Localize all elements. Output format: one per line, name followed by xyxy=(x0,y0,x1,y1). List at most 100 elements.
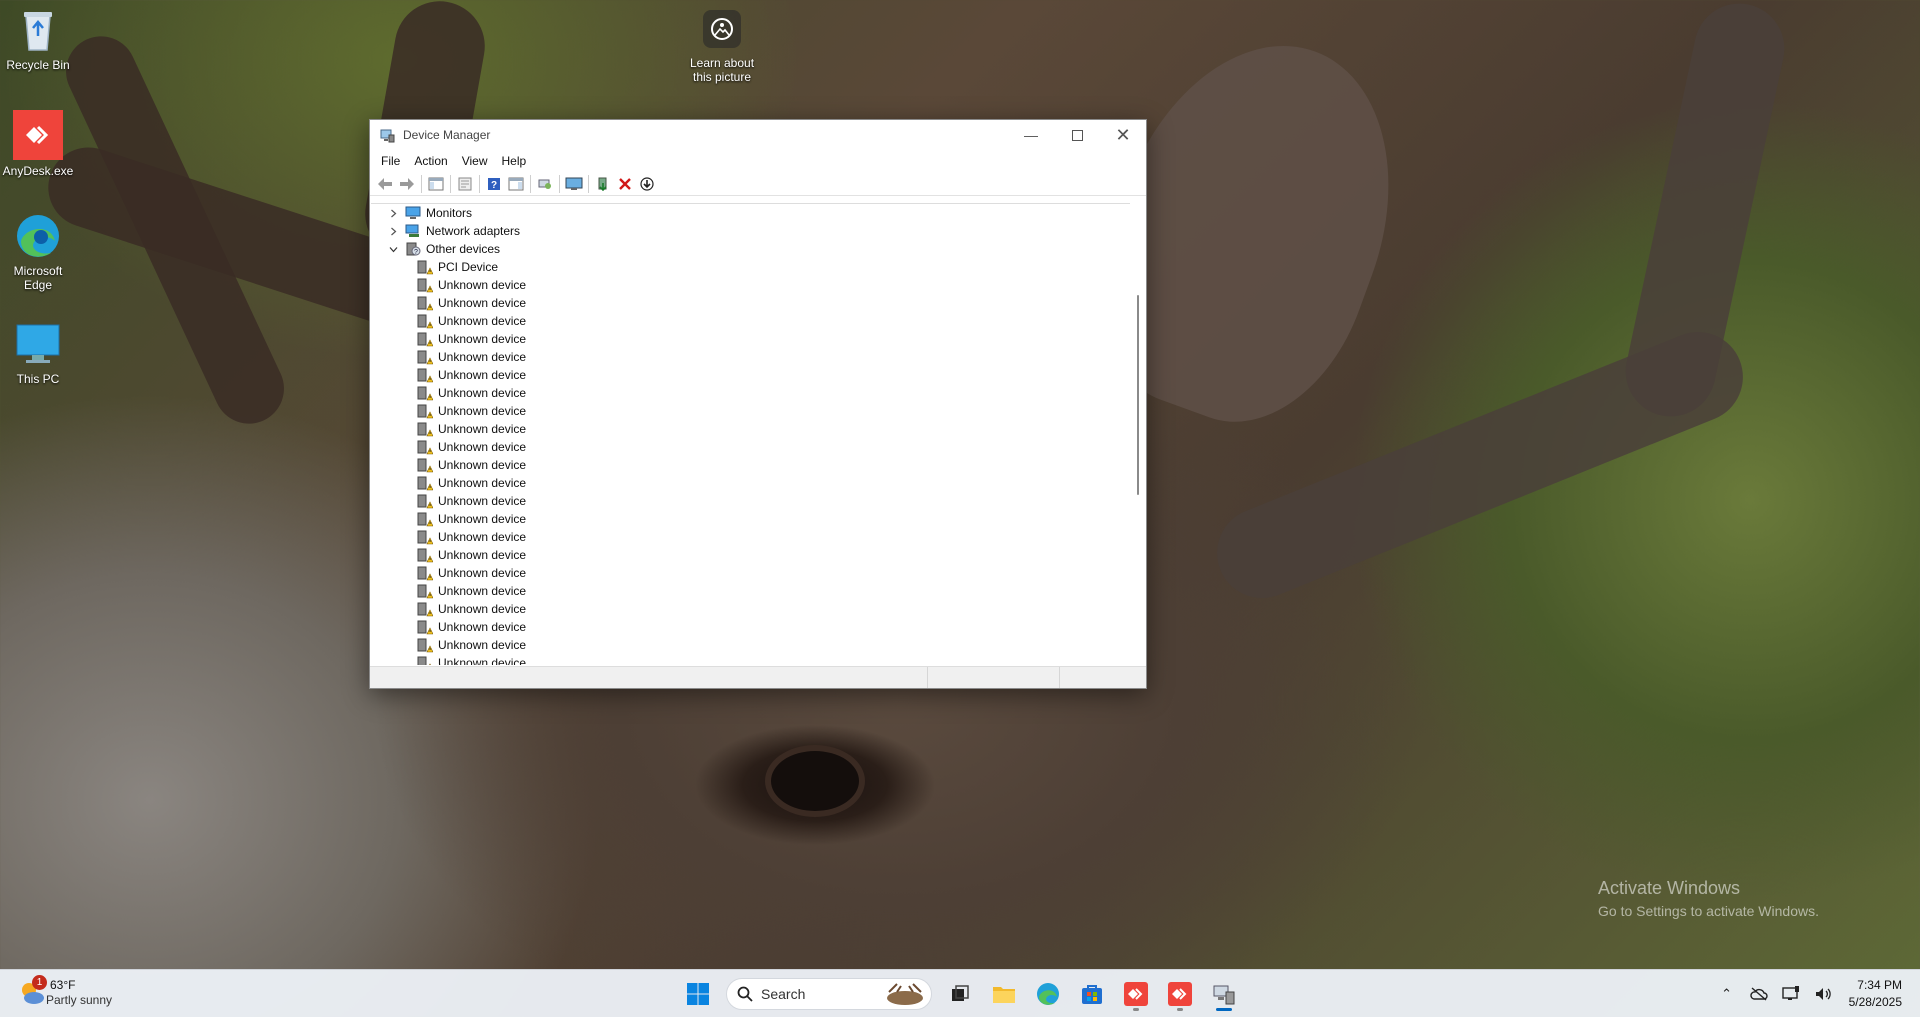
minimize-button[interactable]: — xyxy=(1008,120,1054,150)
tree-device-row[interactable]: Unknown device xyxy=(371,438,1131,456)
tree-device-row[interactable]: Unknown device xyxy=(371,546,1131,564)
svg-text:?: ? xyxy=(414,249,418,256)
desktop-icon-microsoft-edge[interactable]: Microsoft Edge xyxy=(0,212,76,292)
edge-icon xyxy=(1037,983,1059,1005)
network-adapter-icon xyxy=(405,223,421,239)
task-view-button[interactable] xyxy=(940,976,980,1012)
tree-device-row[interactable]: Unknown device xyxy=(371,528,1131,546)
close-icon: ✕ xyxy=(1115,124,1131,145)
chevron-down-icon[interactable] xyxy=(385,241,401,257)
taskbar-search[interactable]: Search xyxy=(726,978,932,1010)
start-button[interactable] xyxy=(678,976,718,1012)
desktop-icon-recycle-bin[interactable]: Recycle Bin xyxy=(0,6,76,72)
toolbar-separator xyxy=(559,174,560,193)
search-icon xyxy=(737,986,753,1002)
menu-view[interactable]: View xyxy=(455,154,495,168)
tree-category-row[interactable]: ? Other devices xyxy=(371,240,1131,258)
tree-device-row[interactable]: Unknown device xyxy=(371,474,1131,492)
tree-row-label: Unknown device xyxy=(438,296,527,310)
tree-device-row[interactable]: Unknown device xyxy=(371,564,1131,582)
scrollbar-thumb[interactable] xyxy=(1137,295,1139,495)
tree-device-row[interactable]: Unknown device xyxy=(371,276,1131,294)
tree-row-label: PCI Device xyxy=(438,260,499,274)
onedrive-button[interactable] xyxy=(1745,980,1773,1008)
device-manager-taskbar-button[interactable] xyxy=(1204,976,1244,1012)
tree-device-row[interactable]: Unknown device xyxy=(371,384,1131,402)
toolbar-separator xyxy=(530,174,531,193)
menu-file[interactable]: File xyxy=(374,154,407,168)
warning-device-icon xyxy=(417,511,434,527)
help-button[interactable]: ? xyxy=(483,174,505,194)
task-view-icon xyxy=(952,985,969,1001)
vertical-scrollbar[interactable] xyxy=(1130,203,1146,665)
running-indicator xyxy=(1216,1008,1232,1011)
tree-device-row[interactable]: Unknown device xyxy=(371,510,1131,528)
tree-device-row[interactable]: Unknown device xyxy=(371,330,1131,348)
watermark-subtitle: Go to Settings to activate Windows. xyxy=(1598,903,1819,919)
device-tree[interactable]: Monitors Network adapters? Other devices PC… xyxy=(371,203,1131,665)
desktop-icon-this-pc[interactable]: This PC xyxy=(0,320,76,386)
tree-device-row[interactable]: PCI Device xyxy=(371,258,1131,276)
chevron-right-icon[interactable] xyxy=(385,205,401,221)
network-icon xyxy=(1781,986,1799,1000)
tree-device-row[interactable]: Unknown device xyxy=(371,294,1131,312)
tree-row-label: Unknown device xyxy=(438,476,527,490)
tree-row-label: Unknown device xyxy=(438,620,527,634)
tree-device-row[interactable]: Unknown device xyxy=(371,456,1131,474)
show-hide-action-pane-button[interactable] xyxy=(505,174,527,194)
tree-device-row[interactable]: Unknown device xyxy=(371,654,1131,665)
warning-device-icon xyxy=(417,385,434,401)
store-icon xyxy=(1082,985,1102,1004)
file-explorer-button[interactable] xyxy=(984,976,1024,1012)
show-hidden-icons-button[interactable]: ⌃ xyxy=(1713,980,1741,1008)
close-button[interactable]: ✕ xyxy=(1100,120,1146,150)
tree-device-row[interactable]: Unknown device xyxy=(371,582,1131,600)
update-driver-monitor-button[interactable] xyxy=(563,174,585,194)
disable-device-button[interactable] xyxy=(636,174,658,194)
menu-action[interactable]: Action xyxy=(407,154,454,168)
tree-row-label: Unknown device xyxy=(438,656,527,665)
tree-device-row[interactable]: Unknown device xyxy=(371,618,1131,636)
tree-device-row[interactable]: Unknown device xyxy=(371,402,1131,420)
warning-device-icon xyxy=(417,619,434,635)
tree-device-row[interactable]: Unknown device xyxy=(371,312,1131,330)
menu-help[interactable]: Help xyxy=(495,154,534,168)
monitor-icon xyxy=(405,205,421,221)
properties-button[interactable] xyxy=(454,174,476,194)
anydesk-icon xyxy=(13,110,63,160)
scan-hardware-changes-button[interactable] xyxy=(534,174,556,194)
clock[interactable]: 7:34 PM 5/28/2025 xyxy=(1849,977,1902,1011)
tree-device-row[interactable]: Unknown device xyxy=(371,348,1131,366)
desktop-icon-label-line2: this picture xyxy=(692,70,752,84)
tree-device-row[interactable]: Unknown device xyxy=(371,366,1131,384)
forward-button[interactable] xyxy=(396,174,418,194)
title-bar[interactable]: Device Manager — ✕ xyxy=(370,120,1146,150)
show-hide-console-tree-button[interactable] xyxy=(425,174,447,194)
tree-device-row[interactable]: Unknown device xyxy=(371,492,1131,510)
update-driver-button[interactable] xyxy=(592,174,614,194)
maximize-button[interactable] xyxy=(1054,120,1100,150)
edge-taskbar-button[interactable] xyxy=(1028,976,1068,1012)
weather-widget[interactable]: 1 63°F Partly sunny xyxy=(18,974,112,1007)
volume-button[interactable] xyxy=(1809,980,1837,1008)
tree-device-row[interactable]: Unknown device xyxy=(371,636,1131,654)
tree-device-row[interactable]: Unknown device xyxy=(371,420,1131,438)
chevron-right-icon[interactable] xyxy=(385,223,401,239)
tree-category-row[interactable]: Network adapters xyxy=(371,222,1131,240)
tree-row-label: Unknown device xyxy=(438,422,527,436)
desktop-icon-learn-about-picture[interactable]: Learn about this picture xyxy=(683,10,761,84)
anydesk-taskbar-button[interactable] xyxy=(1116,976,1156,1012)
anydesk-icon xyxy=(1124,982,1148,1006)
learn-about-picture-icon xyxy=(703,10,741,48)
tree-category-row[interactable]: Monitors xyxy=(371,204,1131,222)
desktop-icon-anydesk[interactable]: AnyDesk.exe xyxy=(0,110,76,178)
microsoft-store-button[interactable] xyxy=(1072,976,1112,1012)
network-button[interactable] xyxy=(1777,980,1805,1008)
uninstall-device-button[interactable] xyxy=(614,174,636,194)
back-button[interactable] xyxy=(374,174,396,194)
anydesk-taskbar-button-2[interactable] xyxy=(1160,976,1200,1012)
search-highlight-image-icon xyxy=(887,983,923,1005)
system-tray: ⌃ 7:34 PM 5/28/2025 xyxy=(1711,970,1920,1017)
tree-row-label: Unknown device xyxy=(438,368,527,382)
tree-device-row[interactable]: Unknown device xyxy=(371,600,1131,618)
